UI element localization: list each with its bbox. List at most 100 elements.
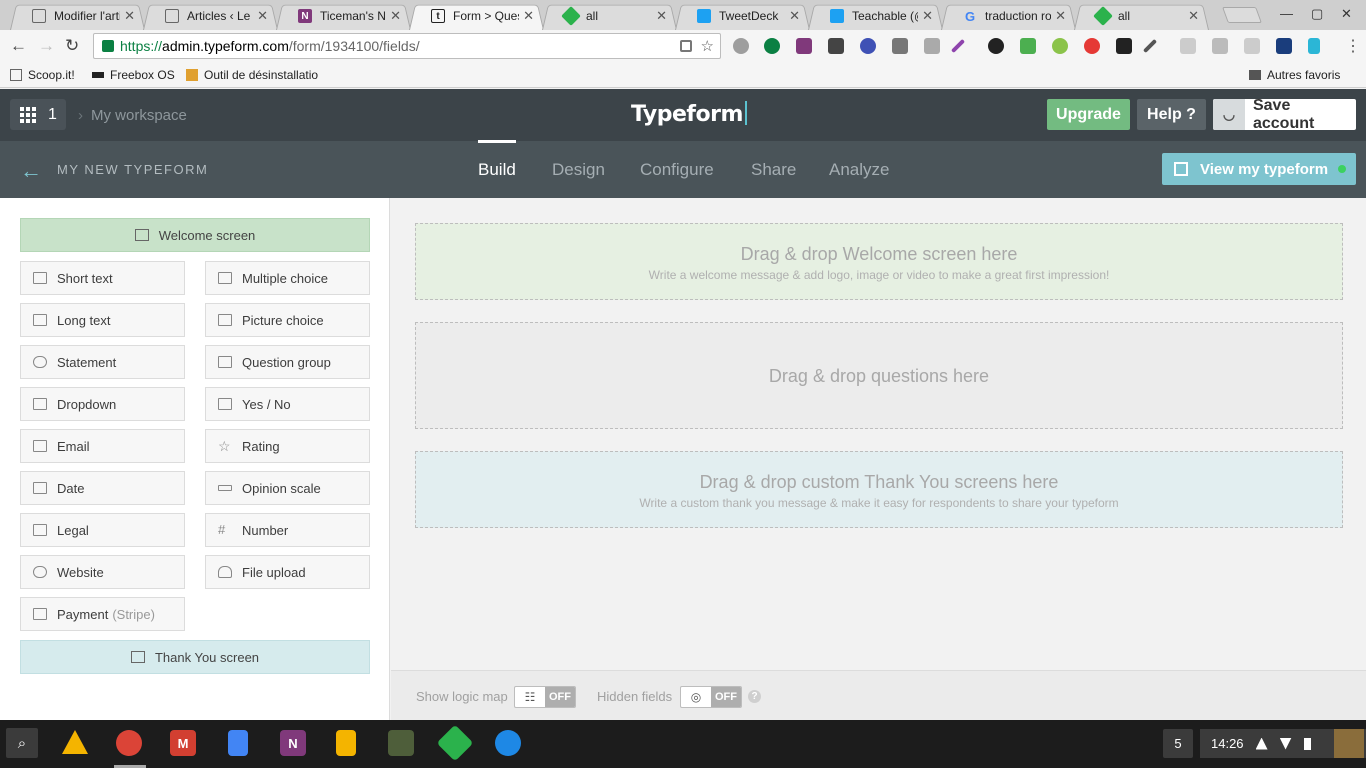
welcome-screen-block[interactable]: Welcome screen	[20, 218, 370, 252]
extension-icon[interactable]	[764, 38, 780, 54]
close-tab-icon[interactable]: ✕	[656, 8, 667, 24]
bookmark-item[interactable]: Scoop.it!	[10, 68, 75, 82]
browser-tab[interactable]: all ✕	[1074, 2, 1209, 30]
tab-configure[interactable]: Configure	[640, 160, 714, 180]
date-block[interactable]: Date	[20, 471, 185, 505]
help-icon[interactable]: ?	[748, 690, 761, 703]
files-icon[interactable]	[495, 730, 521, 756]
reload-icon[interactable]: ↻	[65, 36, 79, 56]
extension-icon[interactable]	[860, 38, 876, 54]
file-upload-block[interactable]: File upload	[205, 555, 370, 589]
chrome-icon[interactable]	[116, 730, 142, 756]
forward-icon[interactable]: →	[38, 36, 55, 56]
back-icon[interactable]: ←	[10, 36, 27, 56]
feedly-icon[interactable]	[436, 724, 474, 762]
pen-icon[interactable]	[950, 38, 966, 54]
extension-icon[interactable]	[1276, 38, 1292, 54]
gmail-icon[interactable]: M	[170, 730, 196, 756]
tab-share[interactable]: Share	[751, 160, 796, 180]
close-tab-icon[interactable]: ✕	[1188, 8, 1199, 24]
back-arrow-icon[interactable]: ←	[20, 158, 42, 184]
close-window-icon[interactable]: ✕	[1341, 6, 1352, 22]
extension-icon[interactable]	[1212, 38, 1228, 54]
apps-switcher-button[interactable]: 1	[10, 99, 66, 130]
help-button[interactable]: Help ?	[1137, 99, 1206, 130]
breadcrumb-workspace[interactable]: › My workspace	[78, 107, 187, 124]
browser-tab[interactable]: G traduction rou ✕	[941, 2, 1076, 30]
close-tab-icon[interactable]: ✕	[124, 8, 135, 24]
workspace-link[interactable]: My workspace	[91, 107, 187, 124]
multiple-choice-block[interactable]: Multiple choice	[205, 261, 370, 295]
launcher-search-icon[interactable]: ⌕	[6, 728, 38, 758]
google-docs-icon[interactable]	[228, 730, 248, 756]
tab-analyze[interactable]: Analyze	[829, 160, 889, 180]
view-typeform-button[interactable]: View my typeform	[1162, 153, 1356, 185]
address-bar[interactable]: https://admin.typeform.com/form/1934100/…	[93, 33, 721, 59]
picture-choice-block[interactable]: Picture choice	[205, 303, 370, 337]
dropdown-block[interactable]: Dropdown	[20, 387, 185, 421]
questions-dropzone[interactable]: Drag & drop questions here	[415, 322, 1343, 429]
thank-you-screen-block[interactable]: Thank You screen	[20, 640, 370, 674]
extension-icon[interactable]	[733, 38, 749, 54]
extension-icon[interactable]	[1052, 38, 1068, 54]
website-block[interactable]: Website	[20, 555, 185, 589]
status-tray[interactable]: 14:26	[1200, 729, 1366, 758]
onenote-extension-icon[interactable]	[796, 38, 812, 54]
browser-tab-active[interactable]: t Form > Quest ✕	[409, 2, 544, 30]
brackets-icon[interactable]	[1308, 38, 1320, 54]
close-tab-icon[interactable]: ✕	[789, 8, 800, 24]
bookmark-item[interactable]: Outil de désinstallatio	[186, 68, 318, 82]
bookmark-item[interactable]: Freebox OS	[92, 68, 175, 82]
extension-icon[interactable]	[1142, 38, 1158, 54]
short-text-block[interactable]: Short text	[20, 261, 185, 295]
question-group-block[interactable]: Question group	[205, 345, 370, 379]
extension-icon[interactable]	[1084, 38, 1100, 54]
onenote-icon[interactable]: N	[280, 730, 306, 756]
minimize-icon[interactable]: —	[1280, 6, 1293, 21]
hidden-fields-toggle[interactable]: ◎ OFF	[680, 686, 742, 708]
payment-block[interactable]: Payment (Stripe)	[20, 597, 185, 631]
opinion-scale-block[interactable]: Opinion scale	[205, 471, 370, 505]
rss-icon[interactable]	[1244, 38, 1260, 54]
browser-tab[interactable]: Teachable (@ ✕	[808, 2, 943, 30]
browser-tab[interactable]: N Ticeman's No ✕	[276, 2, 411, 30]
new-tab-button[interactable]	[1222, 7, 1262, 23]
browser-menu-icon[interactable]: ⋮	[1345, 36, 1361, 56]
close-tab-icon[interactable]: ✕	[1055, 8, 1066, 24]
close-tab-icon[interactable]: ✕	[523, 8, 534, 24]
close-tab-icon[interactable]: ✕	[922, 8, 933, 24]
extension-icon[interactable]	[988, 38, 1004, 54]
rating-block[interactable]: ☆ Rating	[205, 429, 370, 463]
browser-tab[interactable]: TweetDeck ✕	[675, 2, 810, 30]
extension-icon[interactable]	[1180, 38, 1196, 54]
browser-tab[interactable]: all ✕	[542, 2, 677, 30]
extension-icon[interactable]	[1020, 38, 1036, 54]
browser-tab[interactable]: Modifier l'artic ✕	[10, 2, 145, 30]
upgrade-button[interactable]: Upgrade	[1047, 99, 1130, 130]
email-block[interactable]: Email	[20, 429, 185, 463]
extension-icon[interactable]	[892, 38, 908, 54]
close-tab-icon[interactable]: ✕	[257, 8, 268, 24]
close-tab-icon[interactable]: ✕	[390, 8, 401, 24]
other-bookmarks-folder[interactable]: Autres favoris	[1249, 68, 1340, 82]
maximize-icon[interactable]: ▢	[1311, 6, 1323, 22]
statement-block[interactable]: Statement	[20, 345, 185, 379]
browser-tab[interactable]: Articles ‹ Le p ✕	[143, 2, 278, 30]
tab-build[interactable]: Build	[478, 140, 516, 180]
google-slides-icon[interactable]	[336, 730, 356, 756]
welcome-dropzone[interactable]: Drag & drop Welcome screen here Write a …	[415, 223, 1343, 300]
save-account-button[interactable]: ◡ Save account	[1213, 97, 1356, 132]
extension-icon[interactable]	[828, 38, 844, 54]
legal-block[interactable]: Legal	[20, 513, 185, 547]
camera-icon[interactable]	[924, 38, 940, 54]
blocked-content-icon[interactable]	[680, 40, 692, 52]
thank-you-dropzone[interactable]: Drag & drop custom Thank You screens her…	[415, 451, 1343, 528]
number-block[interactable]: # Number	[205, 513, 370, 547]
app-icon[interactable]	[388, 730, 414, 756]
tab-design[interactable]: Design	[552, 160, 605, 180]
google-drive-icon[interactable]	[62, 730, 88, 754]
notification-badge[interactable]: 5	[1163, 729, 1193, 758]
logic-map-toggle[interactable]: ☷ OFF	[514, 686, 576, 708]
yes-no-block[interactable]: Yes / No	[205, 387, 370, 421]
long-text-block[interactable]: Long text	[20, 303, 185, 337]
